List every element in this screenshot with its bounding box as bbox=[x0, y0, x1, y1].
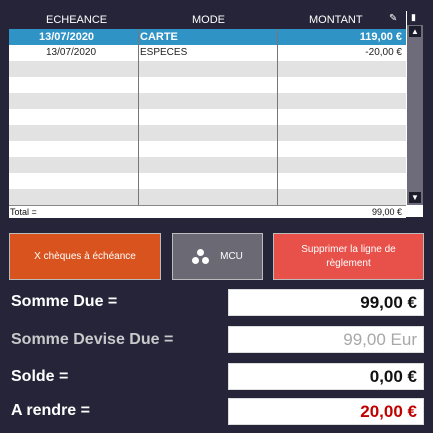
solde-label: Solde = bbox=[11, 368, 69, 385]
cell-mode: ESPECES bbox=[140, 47, 188, 58]
total-value: 99,00 € bbox=[371, 207, 402, 217]
header-montant[interactable]: MONTANT bbox=[309, 14, 363, 26]
supprimer-button-label: Supprimer la ligne de règlement bbox=[301, 243, 396, 269]
cell-montant: -20,00 € bbox=[365, 47, 402, 58]
table-row[interactable]: 13/07/2020 ESPECES -20,00 € bbox=[9, 45, 406, 61]
empty-row bbox=[9, 77, 406, 93]
grid-rows: 13/07/2020 CARTE 119,00 € 13/07/2020 ESP… bbox=[9, 29, 406, 205]
grid-scrollbar[interactable]: ▮ ▲ ▼ bbox=[407, 11, 423, 205]
empty-row bbox=[9, 157, 406, 173]
a-rendre-label: A rendre = bbox=[11, 402, 90, 419]
cell-montant: 119,00 € bbox=[359, 31, 402, 43]
empty-row bbox=[9, 93, 406, 109]
grid-header: ECHEANCE MODE MONTANT ✎ bbox=[9, 11, 406, 29]
trash-icon[interactable]: ▮ bbox=[411, 12, 416, 23]
cheques-button-label: X chèques à échéance bbox=[34, 251, 136, 262]
empty-row bbox=[9, 173, 406, 189]
solde-field[interactable]: 0,00 € bbox=[228, 363, 424, 390]
total-label: Total = bbox=[10, 207, 37, 217]
header-mode[interactable]: MODE bbox=[192, 14, 225, 26]
a-rendre-field[interactable]: 20,00 € bbox=[228, 398, 424, 425]
cell-echeance: 13/07/2020 bbox=[39, 31, 95, 43]
somme-due-label: Somme Due = bbox=[11, 293, 118, 310]
table-row[interactable]: 13/07/2020 CARTE 119,00 € bbox=[9, 29, 406, 45]
header-echeance[interactable]: ECHEANCE bbox=[46, 14, 107, 26]
somme-due-field[interactable]: 99,00 € bbox=[228, 289, 424, 316]
cell-echeance: 13/07/2020 bbox=[46, 47, 97, 58]
empty-row bbox=[9, 109, 406, 125]
empty-row bbox=[9, 189, 406, 205]
column-divider bbox=[277, 29, 278, 205]
cheques-button[interactable]: X chèques à échéance bbox=[9, 233, 161, 280]
empty-row bbox=[9, 125, 406, 141]
somme-devise-field[interactable]: 99,00 Eur bbox=[228, 326, 424, 353]
scrollbar-header: ▮ bbox=[407, 11, 423, 25]
cell-mode: CARTE bbox=[140, 31, 178, 43]
scroll-up-icon[interactable]: ▲ bbox=[409, 26, 421, 37]
somme-devise-label: Somme Devise Due = bbox=[11, 331, 174, 348]
payment-grid: ECHEANCE MODE MONTANT ✎ 13/07/2020 CARTE… bbox=[9, 11, 423, 218]
empty-row bbox=[9, 141, 406, 157]
total-row: Total = 99,00 € bbox=[9, 205, 406, 218]
scroll-down-icon[interactable]: ▼ bbox=[409, 192, 421, 203]
supprimer-button[interactable]: Supprimer la ligne de règlement bbox=[273, 233, 424, 280]
column-divider bbox=[138, 29, 139, 205]
empty-row bbox=[9, 61, 406, 77]
mcu-button[interactable]: MCU bbox=[172, 233, 263, 280]
mcu-icon bbox=[192, 248, 210, 265]
column-settings-icon[interactable]: ✎ bbox=[389, 13, 397, 24]
mcu-button-label: MCU bbox=[220, 251, 243, 262]
